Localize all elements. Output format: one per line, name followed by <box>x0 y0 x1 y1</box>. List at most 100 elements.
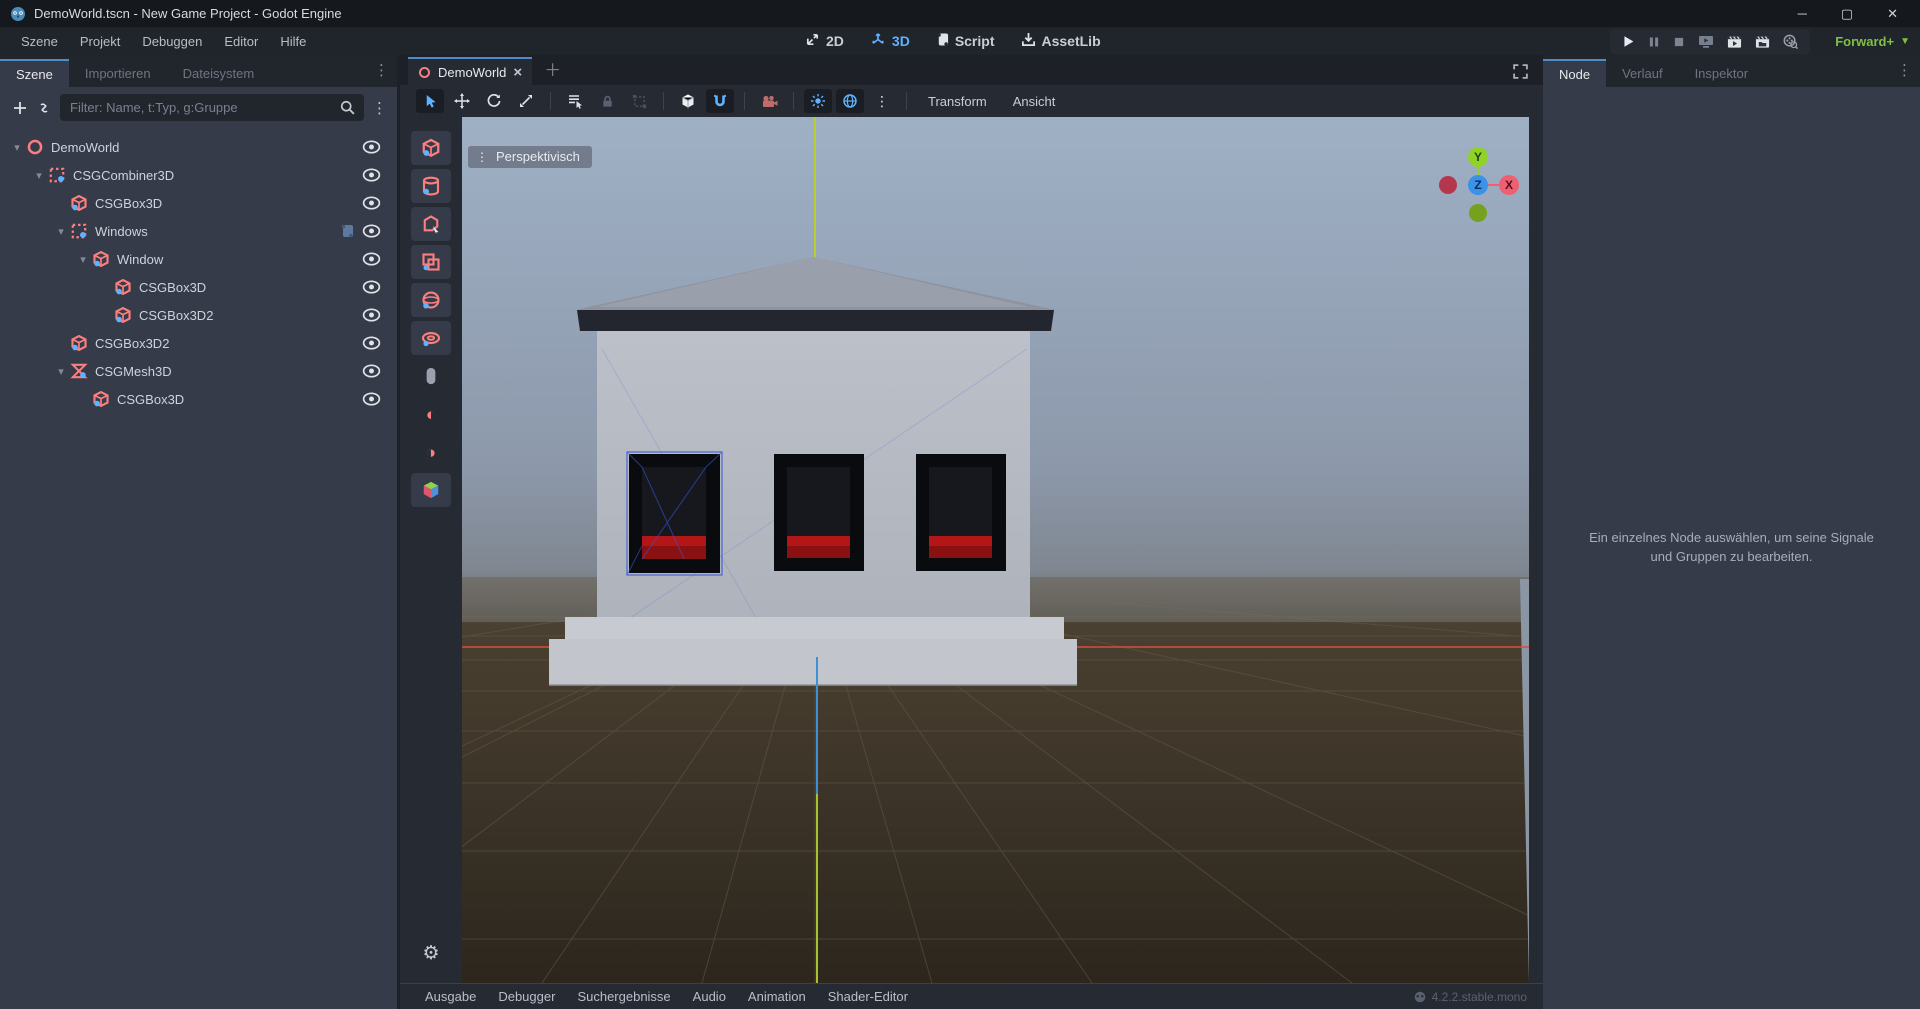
visibility-eye-icon[interactable] <box>362 308 381 322</box>
transform-menu[interactable]: Transform <box>915 94 1000 109</box>
preview-environment-button[interactable] <box>836 89 864 113</box>
tree-item-demoworld[interactable]: ▾DemoWorld <box>0 133 397 161</box>
tree-item-csgmesh3d[interactable]: ▾CSGMesh3D <box>0 357 397 385</box>
tab-importieren[interactable]: Importieren <box>69 59 167 87</box>
tab-dateisystem[interactable]: Dateisystem <box>167 59 271 87</box>
view-menu[interactable]: Ansicht <box>1000 94 1069 109</box>
collapse-icon[interactable]: ▾ <box>74 253 92 266</box>
movie-maker-button[interactable] <box>1783 34 1798 49</box>
collapse-icon[interactable]: ▾ <box>8 141 26 154</box>
csg-cylinder-button[interactable] <box>411 169 451 203</box>
visibility-eye-icon[interactable] <box>362 364 381 378</box>
move-tool-button[interactable] <box>448 89 476 113</box>
bottom-panel-suchergebnisse[interactable]: Suchergebnisse <box>566 986 681 1008</box>
remote-debug-button[interactable] <box>1698 35 1714 49</box>
mode-tab-script[interactable]: Script <box>936 32 995 50</box>
menu-szene[interactable]: Szene <box>10 34 69 49</box>
stop-button[interactable] <box>1673 36 1685 48</box>
tree-options-icon[interactable]: ⋮ <box>372 99 387 117</box>
list-select-button[interactable] <box>561 89 589 113</box>
contrast-right-button[interactable]: ◑ <box>411 435 451 469</box>
select-tool-button[interactable] <box>416 89 444 113</box>
camera-preview-button[interactable] <box>755 89 783 113</box>
local-space-button[interactable] <box>674 89 702 113</box>
collapse-icon[interactable]: ▾ <box>30 169 48 182</box>
gizmo-x-label: X <box>1505 178 1513 192</box>
menu-debuggen[interactable]: Debuggen <box>131 34 213 49</box>
instance-scene-button[interactable] <box>36 100 52 116</box>
dock-options-icon[interactable]: ⋮ <box>1897 61 1912 79</box>
bottom-panel-debugger[interactable]: Debugger <box>487 986 566 1008</box>
pause-button[interactable] <box>1648 36 1660 48</box>
contrast-left-button[interactable]: ◐ <box>411 397 451 431</box>
add-node-button[interactable] <box>12 100 28 116</box>
tree-item-csgbox3d2[interactable]: CSGBox3D2 <box>0 301 397 329</box>
mode-tab-2d[interactable]: 2D <box>805 32 844 50</box>
visibility-eye-icon[interactable] <box>362 140 381 154</box>
close-icon[interactable]: × <box>513 64 522 81</box>
close-button[interactable]: ✕ <box>1887 6 1898 22</box>
renderer-selector[interactable]: Forward+ ▼ <box>1835 27 1910 55</box>
viewport-settings-gear-icon[interactable]: ⚙ <box>422 944 439 963</box>
tree-item-csgbox3d[interactable]: CSGBox3D <box>0 385 397 413</box>
bottom-panel-audio[interactable]: Audio <box>682 986 737 1008</box>
new-scene-tab-button[interactable]: ＋ <box>544 56 561 81</box>
bottom-panel-ausgabe[interactable]: Ausgabe <box>414 986 487 1008</box>
gizmo-y-negative[interactable] <box>1469 204 1487 222</box>
tab-szene[interactable]: Szene <box>0 59 69 87</box>
csg-stack-button[interactable] <box>411 245 451 279</box>
csg-sphere-button[interactable] <box>411 283 451 317</box>
minimize-button[interactable]: ─ <box>1798 6 1807 22</box>
viewport-3d[interactable]: Y Z X ⋮ Perspektivisch <box>462 117 1529 983</box>
collapse-icon[interactable]: ▾ <box>52 225 70 238</box>
snap-button[interactable] <box>706 89 734 113</box>
tab-verlauf[interactable]: Verlauf <box>1606 59 1678 87</box>
play-custom-scene-button[interactable] <box>1755 35 1770 49</box>
tab-node[interactable]: Node <box>1543 59 1606 87</box>
tree-item-csgbox3d2[interactable]: CSGBox3D2 <box>0 329 397 357</box>
scene-filter-input[interactable] <box>60 94 364 121</box>
csg-torus-button[interactable] <box>411 321 451 355</box>
attached-script-icon[interactable] <box>340 223 354 239</box>
visibility-eye-icon[interactable] <box>362 336 381 350</box>
tree-item-windows[interactable]: ▾Windows <box>0 217 397 245</box>
scene-tab-demoworld[interactable]: DemoWorld × <box>408 57 532 85</box>
viewport-options-button[interactable]: ⋮ <box>868 89 896 113</box>
expand-viewport-icon[interactable] <box>1512 63 1529 80</box>
mode-tab-3d[interactable]: 3D <box>870 32 910 50</box>
mode-tab-assetlib[interactable]: AssetLib <box>1021 32 1101 50</box>
scale-tool-button[interactable] <box>512 89 540 113</box>
menu-hilfe[interactable]: Hilfe <box>269 34 317 49</box>
bottom-panel-animation[interactable]: Animation <box>737 986 817 1008</box>
group-button[interactable] <box>625 89 653 113</box>
visibility-eye-icon[interactable] <box>362 252 381 266</box>
csg-box-button[interactable] <box>411 131 451 165</box>
visibility-eye-icon[interactable] <box>362 280 381 294</box>
bottom-panel-shader-editor[interactable]: Shader-Editor <box>817 986 919 1008</box>
visibility-eye-icon[interactable] <box>362 392 381 406</box>
move-tool-icon <box>454 93 470 109</box>
tree-item-window[interactable]: ▾Window <box>0 245 397 273</box>
lock-button[interactable] <box>593 89 621 113</box>
tree-item-csgbox3d[interactable]: CSGBox3D <box>0 189 397 217</box>
visibility-eye-icon[interactable] <box>362 196 381 210</box>
collapse-icon[interactable]: ▾ <box>52 365 70 378</box>
gizmo-x-negative[interactable] <box>1439 176 1457 194</box>
play-button[interactable] <box>1622 35 1635 48</box>
projection-menu[interactable]: ⋮ Perspektivisch <box>468 146 592 168</box>
capsule-button[interactable] <box>411 359 451 393</box>
tree-item-csgbox3d[interactable]: CSGBox3D <box>0 273 397 301</box>
play-scene-button[interactable] <box>1727 35 1742 49</box>
gridmap-button[interactable] <box>411 473 451 507</box>
rotate-tool-button[interactable] <box>480 89 508 113</box>
menu-projekt[interactable]: Projekt <box>69 34 131 49</box>
tree-item-csgcombiner3d[interactable]: ▾CSGCombiner3D <box>0 161 397 189</box>
visibility-eye-icon[interactable] <box>362 224 381 238</box>
tab-inspektor[interactable]: Inspektor <box>1679 59 1764 87</box>
dock-options-icon[interactable]: ⋮ <box>374 61 389 79</box>
csg-polygon-button[interactable] <box>411 207 451 241</box>
visibility-eye-icon[interactable] <box>362 168 381 182</box>
menu-editor[interactable]: Editor <box>213 34 269 49</box>
maximize-button[interactable]: ▢ <box>1841 6 1853 22</box>
preview-sunlight-button[interactable] <box>804 89 832 113</box>
